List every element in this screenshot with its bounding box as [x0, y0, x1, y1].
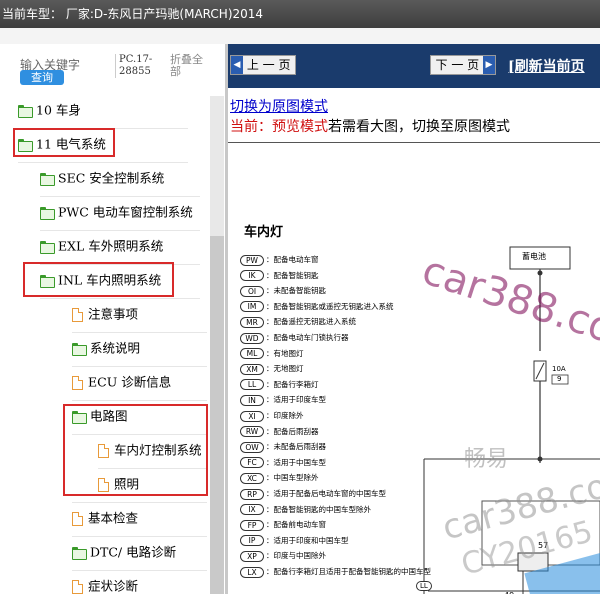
folder-icon [72, 546, 87, 560]
switch-original-mode-link[interactable]: 切换为原图模式 [230, 96, 328, 116]
sidebar-scrollbar-thumb[interactable] [210, 236, 224, 594]
mode-status: 当前：预览模式若需看大图，切换至原图模式 [230, 119, 510, 135]
tree-item-system-description[interactable]: 系统说明 [72, 331, 140, 365]
arrow-left-icon: ◀ [231, 56, 243, 74]
tree-item-symptom-diagnosis[interactable]: 症状诊断 [72, 569, 138, 594]
battery-label: 蓄电池 [522, 252, 546, 261]
search-area: 输入关键字 查询 PC.17-28855 折叠全部 [0, 44, 210, 96]
search-button[interactable]: 查询 [20, 70, 64, 85]
content-panel: ◀ 上 一 页 下 一 页 ▶ [刷新当前页 切换为原图模式 当前：预览模式若需… [228, 44, 600, 594]
fuse-number: 9 [557, 375, 562, 383]
window-title-bar: 当前车型： 厂家:D-东风日产玛驰(MARCH)2014 [0, 0, 600, 28]
fold-all-button[interactable]: 折叠全部 [170, 54, 208, 78]
circuit-svg [423, 246, 600, 594]
connector-ll-label: LL [416, 581, 432, 591]
tree-item-ecu-diagnosis[interactable]: ECU 诊断信息 [72, 365, 171, 399]
refresh-page-link[interactable]: [刷新当前页 [508, 56, 585, 76]
highlight-inl [23, 262, 174, 297]
tree-item-precautions[interactable]: 注意事项 [72, 297, 138, 331]
wiring-diagram: 车内灯 PW ：配备电动车窗 IK ：配备智能钥匙 OI ：未配备智能钥匙 IM ：配备智能钥… [228, 142, 600, 594]
folder-icon [40, 240, 55, 254]
document-icon [72, 511, 83, 526]
tree-item-pwc[interactable]: PWC 电动车窗控制系统 [40, 195, 193, 229]
sidebar: 输入关键字 查询 PC.17-28855 折叠全部 10 车身 11 电气系统 … [0, 44, 225, 594]
prev-page-button[interactable]: ◀ 上 一 页 [230, 55, 296, 75]
connector-57 [517, 552, 549, 572]
folder-icon [40, 206, 55, 220]
folder-icon [72, 342, 87, 356]
page-nav-bar: ◀ 上 一 页 下 一 页 ▶ [刷新当前页 [228, 44, 600, 88]
junction-dot [537, 270, 543, 276]
folder-icon [18, 104, 33, 118]
current-model-title: 当前车型： 厂家:D-东风日产玛驰(MARCH)2014 [2, 7, 264, 21]
junction-dot [537, 456, 543, 462]
next-page-button[interactable]: 下 一 页 ▶ [430, 55, 496, 75]
tree-item-sec[interactable]: SEC 安全控制系统 [40, 161, 164, 195]
highlight-electrical [13, 128, 115, 157]
document-icon [72, 579, 83, 594]
arrow-right-icon: ▶ [483, 56, 495, 74]
tree-item-dtc-diagnosis[interactable]: DTC/ 电路诊断 [72, 535, 176, 569]
folder-icon [40, 172, 55, 186]
document-icon [72, 375, 83, 390]
tree-item-exl[interactable]: EXL 车外照明系统 [40, 229, 163, 263]
connector-57-label: 57 [538, 541, 549, 550]
highlight-wiring [63, 404, 208, 496]
fuse-label: 10A [552, 365, 566, 373]
title-gap [0, 28, 600, 44]
tree-item-basic-inspection[interactable]: 基本检查 [72, 501, 138, 535]
tree-item-body[interactable]: 10 车身 [18, 93, 81, 127]
pc-code-label: PC.17-28855 [115, 54, 169, 78]
document-icon [72, 307, 83, 322]
